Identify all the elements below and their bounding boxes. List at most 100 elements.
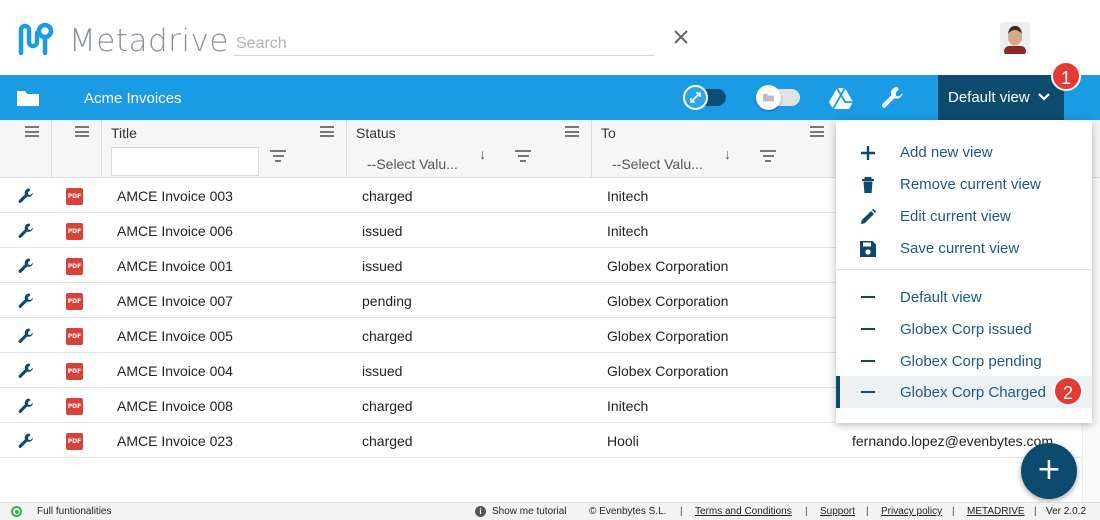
breadcrumb[interactable]: Acme Invoices [84,90,182,107]
remove-current-view-item[interactable]: Remove current view [836,168,1092,200]
to-cell: Globex Corporation [607,293,729,309]
row-settings-wrench-icon[interactable] [17,362,35,380]
title-cell[interactable]: AMCE Invoice 003 [117,188,233,204]
view-item-globex-pending[interactable]: Globex Corp pending [836,345,1092,377]
google-drive-icon[interactable] [828,85,854,111]
copyright-text: © Evenbytes S.L. [589,506,667,517]
pencil-icon [861,208,877,224]
pdf-file-icon[interactable]: PDF [66,223,83,240]
column-header-title[interactable]: Title [102,120,347,178]
tutorial-link[interactable]: Show me tutorial [492,506,566,517]
menu-divider [836,269,1092,270]
row-settings-wrench-icon[interactable] [17,397,35,415]
to-filter-select[interactable]: --Select Valu... [612,156,703,172]
row-settings-wrench-icon[interactable] [17,187,35,205]
menu-item-label: Globex Corp Charged [900,384,1046,401]
title-filter-input[interactable] [111,147,259,176]
to-cell: Globex Corporation [607,328,729,344]
column-header-actions [0,120,52,178]
title-cell[interactable]: AMCE Invoice 004 [117,363,233,379]
pdf-file-icon[interactable]: PDF [66,398,83,415]
folder-icon[interactable] [16,89,40,107]
folder-toggle[interactable] [756,85,800,110]
wrench-icon[interactable] [880,85,906,111]
column-menu-icon[interactable] [810,126,824,137]
to-cell: Hooli [607,433,639,449]
view-selector-button[interactable]: Default view [938,75,1064,120]
pdf-file-icon[interactable]: PDF [66,258,83,275]
save-current-view-item[interactable]: Save current view [836,232,1092,264]
dash-icon [861,360,875,362]
row-settings-wrench-icon[interactable] [17,432,35,450]
row-settings-wrench-icon[interactable] [17,292,35,310]
metadrive-logo-icon[interactable] [18,22,58,56]
row-settings-wrench-icon[interactable] [17,222,35,240]
edit-current-view-item[interactable]: Edit current view [836,200,1092,232]
user-avatar[interactable] [1000,22,1030,54]
view-item-default[interactable]: Default view [836,281,1092,313]
info-icon[interactable]: i [475,506,486,517]
sort-arrow-icon[interactable]: ↓ [724,146,731,162]
status-cell: pending [362,293,412,309]
views-dropdown-menu: Add new view Remove current view Edit cu… [836,120,1092,423]
column-menu-icon[interactable] [75,126,89,137]
add-new-view-item[interactable]: Add new view [836,136,1092,168]
add-document-fab[interactable]: + [1021,443,1077,499]
status-cell: charged [362,188,413,204]
title-cell[interactable]: AMCE Invoice 006 [117,223,233,239]
status-text: Full funtionalities [37,506,112,517]
sort-arrow-icon[interactable]: ↓ [479,146,486,162]
column-header-status[interactable]: Status --Select Valu... ↓ [347,120,592,178]
column-menu-icon[interactable] [565,126,579,137]
row-settings-wrench-icon[interactable] [17,257,35,275]
menu-item-label: Default view [900,289,982,306]
chevron-down-icon [1038,93,1050,101]
column-menu-icon[interactable] [25,126,39,137]
to-cell: Initech [607,223,649,239]
title-cell[interactable]: AMCE Invoice 001 [117,258,233,274]
column-header-to[interactable]: To --Select Valu... ↓ [592,120,836,178]
terms-link[interactable]: Terms and Conditions [695,506,792,517]
collapse-arrows-icon [690,92,701,103]
row-settings-wrench-icon[interactable] [17,327,35,345]
metadrive-link[interactable]: METADRIVE [967,506,1025,517]
status-cell: issued [362,223,403,239]
title-cell[interactable]: AMCE Invoice 007 [117,293,233,309]
pdf-file-icon[interactable]: PDF [66,328,83,345]
footer-separator: | [680,506,683,517]
status-filter-select[interactable]: --Select Valu... [367,156,458,172]
dash-icon [861,328,875,330]
menu-item-label: Globex Corp pending [900,353,1042,370]
collapse-toggle[interactable] [683,85,726,110]
privacy-link[interactable]: Privacy policy [881,506,942,517]
clear-search-icon[interactable] [670,26,692,48]
step-badge-1: 1 [1051,61,1081,91]
owner-email-cell: fernando.lopez@evenbytes.com [852,433,1053,449]
pdf-file-icon[interactable]: PDF [66,188,83,205]
menu-item-label: Save current view [900,240,1020,257]
dash-icon [861,296,875,298]
filter-icon[interactable] [270,150,286,162]
pdf-file-icon[interactable]: PDF [66,363,83,380]
save-icon [860,241,876,257]
step-badge-2: 2 [1053,376,1083,406]
support-link[interactable]: Support [820,506,855,517]
status-cell: charged [362,398,413,414]
brand-name: Metadrive [69,23,229,59]
view-item-globex-issued[interactable]: Globex Corp issued [836,313,1092,345]
column-menu-icon[interactable] [320,126,334,137]
status-cell: charged [362,328,413,344]
footer-separator: | [805,506,808,517]
status-indicator-icon [11,506,22,517]
title-cell[interactable]: AMCE Invoice 023 [117,433,233,449]
pdf-file-icon[interactable]: PDF [66,293,83,310]
filter-icon[interactable] [760,150,776,162]
to-cell: Globex Corporation [607,363,729,379]
pdf-file-icon[interactable]: PDF [66,433,83,450]
search-input[interactable] [233,32,655,56]
footer: Full funtionalities i Show me tutorial ©… [0,502,1100,520]
title-cell[interactable]: AMCE Invoice 008 [117,398,233,414]
filter-icon[interactable] [515,150,531,162]
title-cell[interactable]: AMCE Invoice 005 [117,328,233,344]
footer-separator: | [866,506,869,517]
